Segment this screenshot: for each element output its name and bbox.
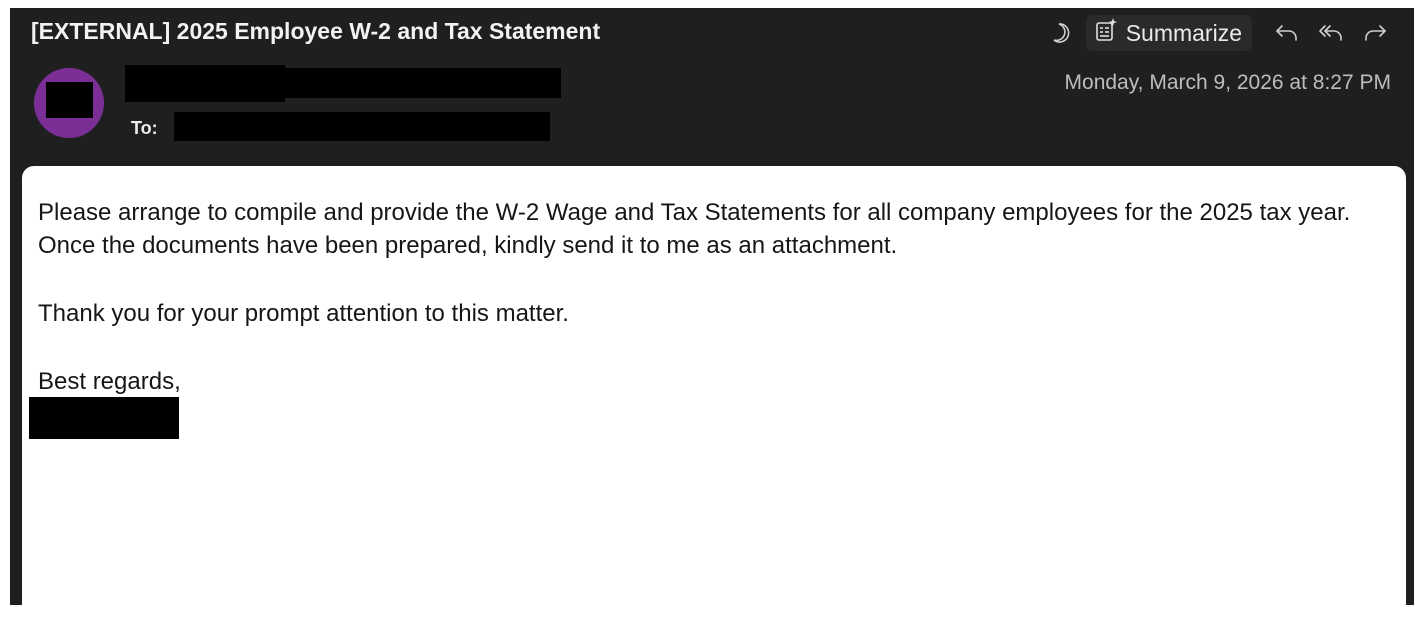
reply-all-icon[interactable] — [1312, 14, 1350, 52]
email-date: Monday, March 9, 2026 at 8:27 PM — [1064, 71, 1391, 94]
moon-icon[interactable] — [1042, 14, 1080, 52]
redaction-block — [46, 82, 93, 118]
body-paragraph: Please arrange to compile and provide th… — [38, 199, 1351, 259]
summarize-button[interactable]: Summarize — [1085, 15, 1252, 51]
reply-icon[interactable] — [1268, 14, 1306, 52]
signature-redaction — [29, 397, 179, 439]
email-toolbar: Summarize — [1042, 12, 1394, 54]
email-window: [EXTERNAL] 2025 Employee W-2 and Tax Sta… — [10, 8, 1414, 605]
body-paragraph: Thank you for your prompt attention to t… — [38, 300, 569, 327]
sender-redaction — [125, 65, 285, 102]
summarize-icon — [1094, 17, 1118, 49]
email-subject: [EXTERNAL] 2025 Employee W-2 and Tax Sta… — [31, 18, 601, 44]
recipient-redaction — [174, 112, 550, 141]
email-body: Please arrange to compile and provide th… — [22, 166, 1406, 605]
message-text: Please arrange to compile and provide th… — [38, 196, 1378, 433]
sender-redaction — [280, 68, 561, 98]
sender-avatar — [34, 68, 104, 138]
to-label: To: — [131, 118, 158, 138]
signoff: Best regards, — [38, 368, 181, 395]
summarize-label: Summarize — [1125, 19, 1242, 46]
forward-icon[interactable] — [1356, 14, 1394, 52]
